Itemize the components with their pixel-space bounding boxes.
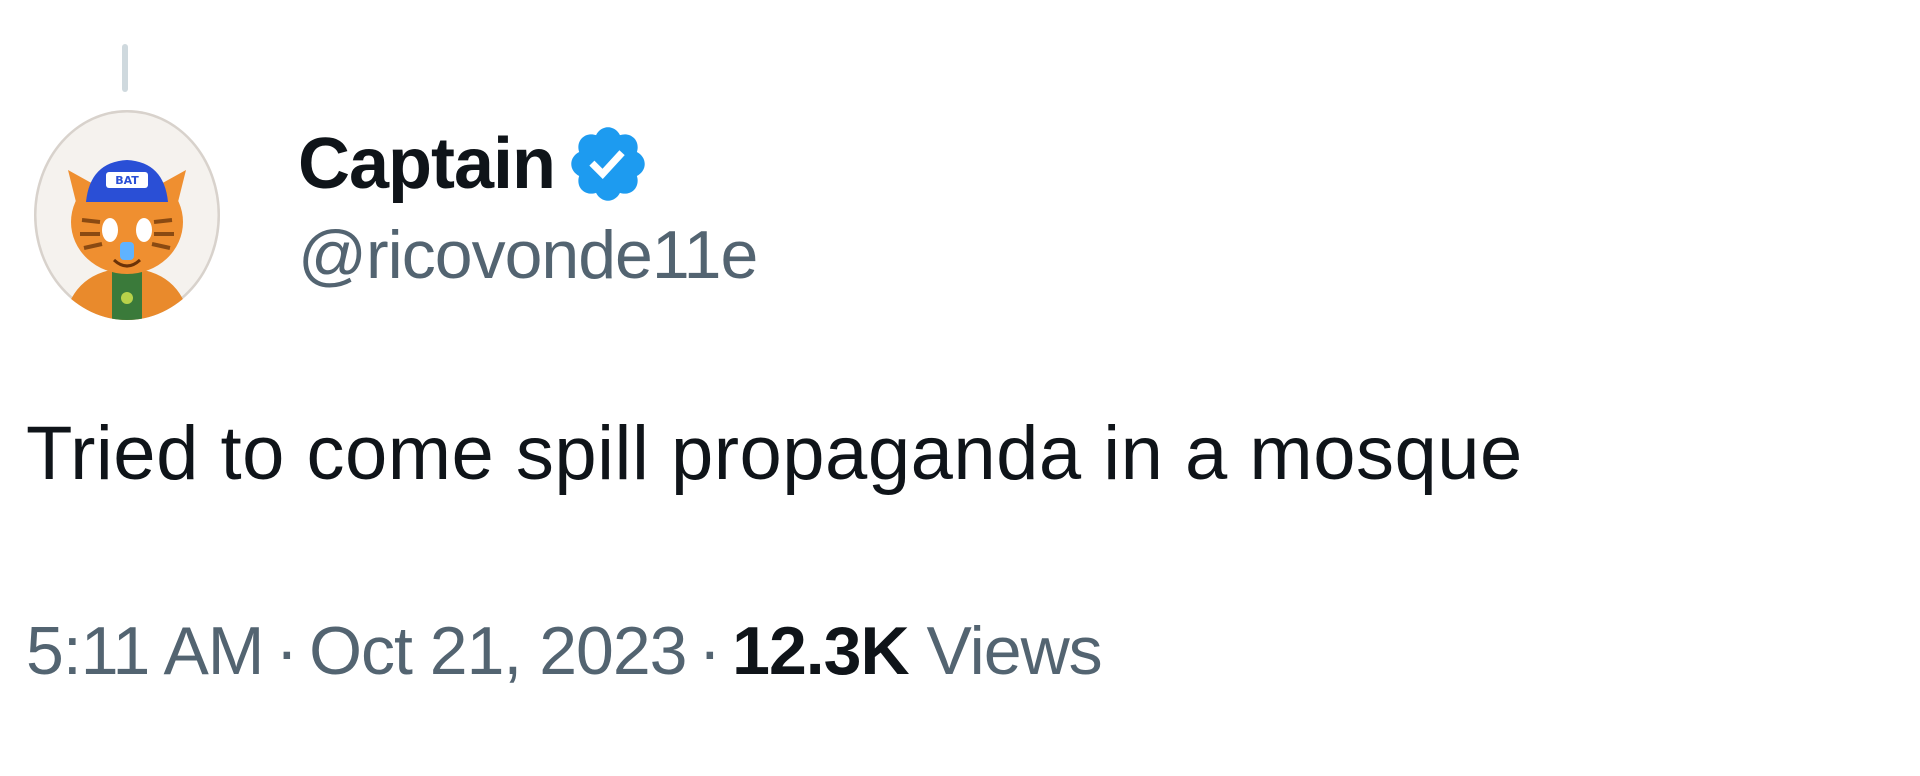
tweet-header: Captain @ricovonde11e xyxy=(298,118,758,294)
tweet-card[interactable]: BAT Captain @ricovonde11e Tried to come … xyxy=(0,0,1920,776)
views-count[interactable]: 12.3K xyxy=(732,613,909,689)
tweet-text: Tried to come spill propaganda in a mosq… xyxy=(26,411,1523,496)
meta-separator: · xyxy=(698,613,721,689)
tweet-date[interactable]: Oct 21, 2023 xyxy=(309,613,687,689)
thread-connector-line xyxy=(122,44,128,92)
meta-separator: · xyxy=(275,613,298,689)
verified-badge-icon[interactable] xyxy=(565,121,651,207)
tweet-meta: 5:11 AM · Oct 21, 2023 · 12.3K Views xyxy=(26,612,1103,690)
display-name[interactable]: Captain xyxy=(298,123,556,205)
name-row: Captain xyxy=(298,118,757,210)
svg-text:BAT: BAT xyxy=(115,174,139,187)
tweet-time[interactable]: 5:11 AM xyxy=(26,613,264,689)
avatar-cat-image: BAT xyxy=(34,110,220,320)
user-handle[interactable]: @ricovonde11e xyxy=(298,216,758,294)
views-label: Views xyxy=(926,613,1103,689)
avatar[interactable]: BAT xyxy=(34,110,220,320)
